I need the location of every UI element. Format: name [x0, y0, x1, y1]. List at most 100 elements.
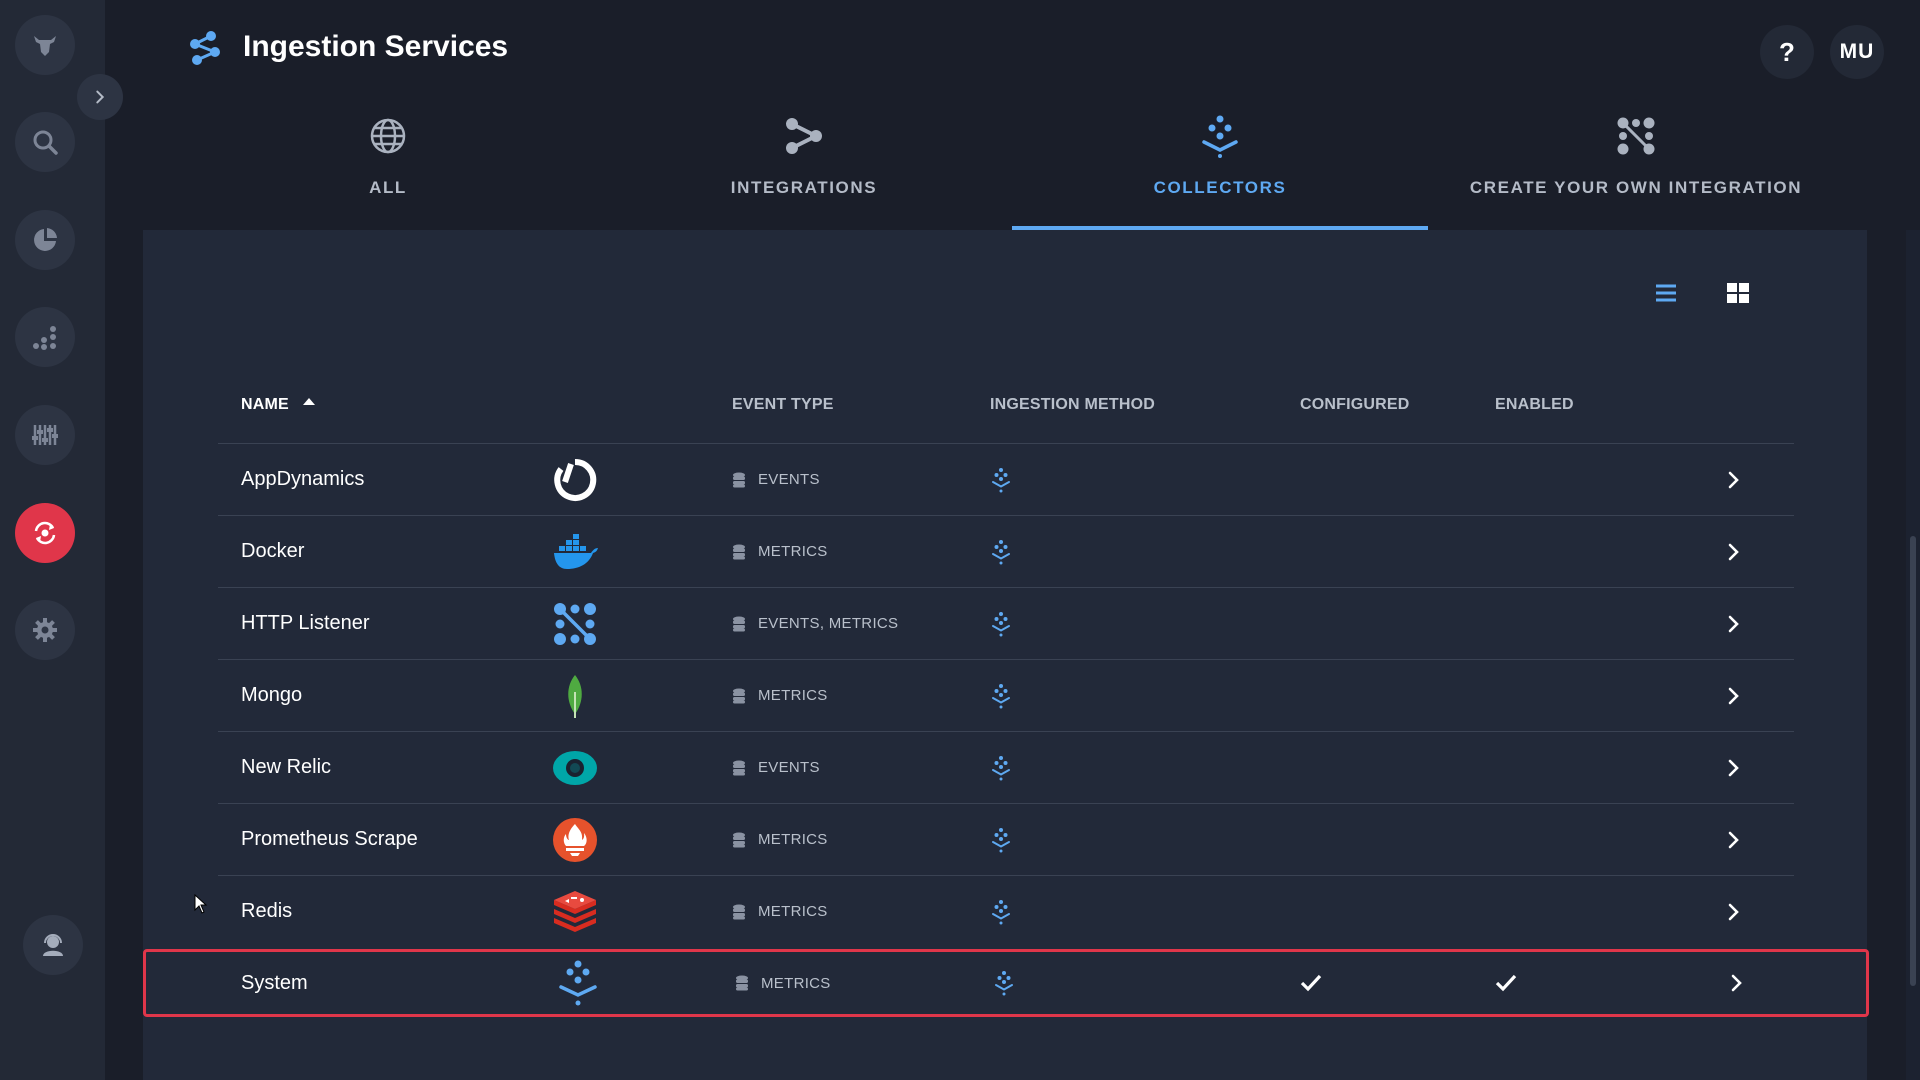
- grid-view-icon[interactable]: [1725, 280, 1751, 306]
- event-type-label: METRICS: [758, 903, 828, 920]
- docker-logo: [550, 516, 600, 587]
- collector-method-icon: [992, 827, 1010, 852]
- ingestion-method: [990, 804, 1012, 875]
- event-type-label: EVENTS: [758, 471, 820, 488]
- event-type-label: METRICS: [758, 687, 828, 704]
- event-type-label: EVENTS: [758, 759, 820, 776]
- collector-method-icon: [992, 683, 1010, 708]
- chevron-right-icon: [1728, 759, 1739, 776]
- event-type: METRICS: [732, 660, 828, 731]
- pie-chart-icon[interactable]: [15, 210, 75, 270]
- column-header-ingestion-method: INGESTION METHOD: [990, 396, 1155, 413]
- check-icon: [1495, 974, 1517, 992]
- sync-icon[interactable]: [15, 503, 75, 563]
- chevron-right-icon: [96, 90, 105, 104]
- database-icon: [732, 616, 758, 632]
- collector-name: New Relic: [241, 756, 332, 778]
- row-open-button[interactable]: [1724, 444, 1744, 515]
- chevron-right-icon: [1731, 974, 1742, 992]
- database-icon: [732, 760, 758, 776]
- ingestion-method: [990, 588, 1012, 659]
- integrations-icon: [786, 118, 822, 154]
- ingestion-method: [993, 952, 1015, 1014]
- tab-label: CREATE YOUR OWN INTEGRATION: [1469, 178, 1803, 197]
- ingestion-method: [990, 732, 1012, 803]
- check-icon: [1300, 974, 1322, 992]
- event-type: EVENTS: [732, 444, 820, 515]
- column-header-name[interactable]: NAME: [241, 396, 316, 414]
- event-type-label: EVENTS, METRICS: [758, 615, 899, 632]
- event-type: EVENTS, METRICS: [732, 588, 898, 659]
- tab-label: INTEGRATIONS: [730, 178, 878, 197]
- collector-name: System: [241, 971, 308, 994]
- column-header-event-type: EVENT TYPE: [732, 396, 834, 413]
- chevron-right-icon: [1728, 471, 1739, 488]
- chevron-right-icon: [1728, 687, 1739, 704]
- row-open-button[interactable]: [1724, 516, 1744, 587]
- ingestion-method: [990, 876, 1012, 947]
- help-button[interactable]: ?: [1760, 25, 1814, 79]
- database-icon: [732, 472, 758, 488]
- scrollbar-thumb[interactable]: [1910, 536, 1916, 986]
- list-view-icon[interactable]: [1653, 280, 1679, 306]
- mouse-cursor-icon: [194, 894, 208, 914]
- tab-integrations[interactable]: INTEGRATIONS: [596, 108, 1012, 230]
- tab-all[interactable]: ALL: [180, 108, 596, 230]
- user-avatar[interactable]: MU: [1830, 25, 1884, 79]
- sidebar-expand-button[interactable]: [77, 74, 123, 120]
- appdynamics-logo: [550, 444, 600, 515]
- table-row[interactable]: System METRICS: [143, 949, 1869, 1017]
- table-row[interactable]: Docker METRICS: [218, 515, 1794, 587]
- table-row[interactable]: Redis METRICS: [218, 875, 1794, 947]
- database-icon: [732, 832, 758, 848]
- tab-create-integration[interactable]: CREATE YOUR OWN INTEGRATION: [1428, 108, 1844, 230]
- event-type-label: METRICS: [761, 974, 831, 992]
- support-agent-icon[interactable]: [23, 915, 83, 975]
- collector-name: Mongo: [241, 684, 303, 706]
- gear-icon[interactable]: [15, 600, 75, 660]
- column-header-configured: CONFIGURED: [1300, 396, 1410, 413]
- table-row[interactable]: Prometheus Scrape METRICS: [218, 803, 1794, 875]
- sort-ascending-icon: [302, 398, 315, 405]
- collector-name: Prometheus Scrape: [241, 828, 418, 850]
- ingestion-method: [990, 660, 1012, 731]
- chevron-right-icon: [1728, 615, 1739, 632]
- collector-name: Docker: [241, 540, 305, 562]
- table-row[interactable]: Mongo METRICS: [218, 659, 1794, 731]
- collector-method-icon: [995, 971, 1013, 996]
- collector-method-icon: [992, 467, 1010, 492]
- ingestion-logo-icon: [190, 31, 220, 65]
- tab-label: ALL: [369, 178, 407, 197]
- globe-icon: [370, 118, 406, 154]
- row-open-button[interactable]: [1724, 588, 1744, 659]
- event-type: METRICS: [732, 876, 828, 947]
- row-open-button[interactable]: [1724, 804, 1744, 875]
- collector-icon: [1202, 115, 1238, 158]
- collector-method-icon: [992, 539, 1010, 564]
- scrollbar[interactable]: [1906, 230, 1920, 1080]
- search-icon[interactable]: [15, 112, 75, 172]
- enabled-status: [1494, 952, 1518, 1014]
- sliders-icon[interactable]: [15, 405, 75, 465]
- row-open-button[interactable]: [1724, 732, 1744, 803]
- redis-logo: [550, 876, 600, 947]
- event-type: METRICS: [732, 804, 828, 875]
- column-header-enabled: ENABLED: [1495, 396, 1574, 413]
- page-title: Ingestion Services: [243, 30, 509, 63]
- scatter-chart-icon[interactable]: [15, 307, 75, 367]
- table-row[interactable]: AppDynamics EVENTS: [218, 443, 1794, 515]
- row-open-button[interactable]: [1724, 660, 1744, 731]
- http-listener-logo: [550, 588, 600, 659]
- bull-logo-icon[interactable]: [15, 15, 75, 75]
- chevron-right-icon: [1728, 543, 1739, 560]
- tab-collectors[interactable]: COLLECTORS: [1012, 108, 1428, 230]
- collector-method-icon: [992, 611, 1010, 636]
- chevron-right-icon: [1728, 903, 1739, 920]
- table-row[interactable]: New Relic EVENTS: [218, 731, 1794, 803]
- table-row[interactable]: HTTP Listener EVENTS, METRICS: [218, 587, 1794, 659]
- row-open-button[interactable]: [1724, 876, 1744, 947]
- row-open-button[interactable]: [1727, 952, 1747, 1014]
- event-type: METRICS: [732, 516, 828, 587]
- tab-label: COLLECTORS: [1153, 178, 1287, 197]
- ingestion-method: [990, 516, 1012, 587]
